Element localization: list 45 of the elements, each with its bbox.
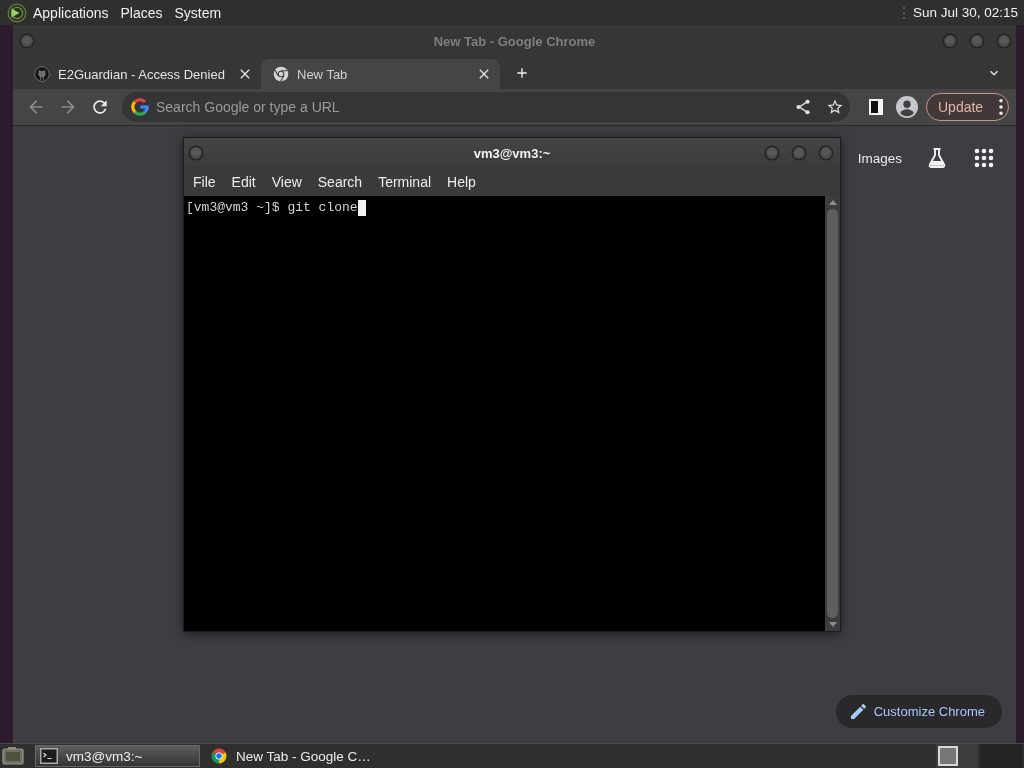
- menu-item[interactable]: File: [185, 174, 224, 190]
- new-tab-icon[interactable]: [514, 65, 530, 81]
- more-options-icon[interactable]: [998, 98, 1004, 116]
- workspace-cell[interactable]: [936, 744, 978, 768]
- window-title: vm3@vm3:~: [473, 145, 551, 161]
- apps-grid-icon[interactable]: [972, 146, 996, 170]
- address-field[interactable]: Search Google or type a URL: [156, 97, 787, 117]
- workspace-cell[interactable]: [980, 744, 1022, 768]
- google-g-icon: [131, 98, 149, 116]
- address-bar[interactable]: Search Google or type a URL: [122, 92, 850, 122]
- task-button[interactable]: New Tab - Google C…: [205, 745, 372, 767]
- panel-menu[interactable]: Places: [114, 0, 169, 25]
- update-button[interactable]: Update: [926, 93, 1009, 121]
- mini-window-icon: [938, 746, 958, 766]
- browser-tab[interactable]: New Tab: [261, 59, 500, 89]
- panel-menu[interactable]: System: [168, 0, 228, 25]
- menu-item[interactable]: Help: [439, 174, 484, 190]
- terminal-screen[interactable]: [vm3@vm3 ~]$ git clone: [184, 196, 825, 631]
- profile-avatar-icon[interactable]: [896, 96, 918, 118]
- customize-chrome-button[interactable]: Customize Chrome: [835, 695, 1002, 728]
- terminal-icon: [40, 748, 58, 764]
- menu-logo-icon[interactable]: [7, 2, 27, 23]
- images-link[interactable]: Images: [857, 150, 902, 166]
- share-icon[interactable]: [794, 98, 812, 116]
- menu-item[interactable]: View: [263, 174, 310, 190]
- menu-item[interactable]: Edit: [223, 174, 264, 190]
- window-title: New Tab - Google Chrome: [433, 33, 596, 49]
- task-button[interactable]: vm3@vm3:~: [35, 745, 200, 767]
- menu-item[interactable]: Search: [309, 174, 371, 190]
- browser-logo-icon: [273, 66, 289, 82]
- scrollbar[interactable]: [825, 196, 840, 631]
- cat-logo-icon: [34, 66, 50, 82]
- menu-item[interactable]: Terminal: [370, 174, 440, 190]
- panel-menu[interactable]: Applications: [27, 0, 115, 25]
- text-cursor-icon: [357, 199, 366, 216]
- clock[interactable]: Sun Jul 30, 02:15: [912, 5, 1018, 20]
- browser-logo-icon: [210, 747, 228, 765]
- show-desktop-icon[interactable]: [2, 746, 24, 766]
- browser-tab[interactable]: E2Guardian - Access Denied: [22, 59, 261, 89]
- side-panel-icon[interactable]: [866, 97, 886, 117]
- reload-icon[interactable]: [90, 97, 110, 117]
- panel-handle-icon[interactable]: [900, 4, 907, 21]
- star-icon[interactable]: [826, 98, 844, 116]
- pencil-icon: [850, 704, 866, 719]
- terminal-line: [vm3@vm3 ~]$ git clone: [186, 199, 358, 216]
